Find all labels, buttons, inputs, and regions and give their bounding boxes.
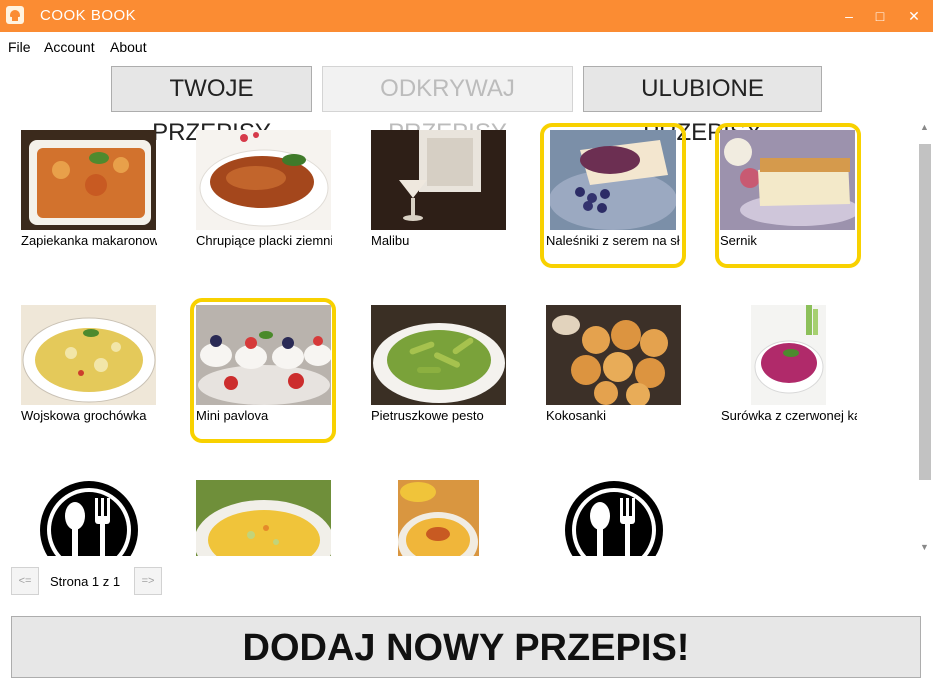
recipe-card[interactable]: Wojskowa grochówka [10,295,170,445]
recipe-card[interactable] [535,470,695,556]
menu-bar: File Account About [0,32,933,60]
title-bar: COOK BOOK – □ ✕ [0,0,933,32]
tab-twoje-przepisy[interactable]: TWOJE PRZEPISY [111,66,312,146]
cutlery-placeholder-icon [564,480,664,556]
recipe-card[interactable] [10,470,170,556]
recipe-image-pesto [371,305,506,405]
recipe-image-red-cabbage-salad [751,305,826,405]
menu-file[interactable]: File [8,39,31,55]
recipe-image-baked-pasta [21,130,156,230]
add-new-recipe-button[interactable]: DODAJ NOWY PRZEPIS! [11,616,921,678]
recipe-card-favorite[interactable]: Mini pavlova [190,298,336,443]
recipe-card-favorite[interactable]: Sernik [715,123,861,268]
recipe-grid: Zapiekanka makaronowa Chrupiące placki z… [10,120,916,556]
recipe-title: Wojskowa grochówka [21,408,147,423]
menu-account[interactable]: Account [44,39,95,55]
chef-hat-icon [6,6,24,24]
close-button[interactable]: ✕ [899,4,929,28]
menu-about[interactable]: About [110,39,147,55]
tab-odkrywaj-przepisy[interactable]: ODKRYWAJ PRZEPISY [322,66,573,146]
recipe-image-pea-soup [21,305,156,405]
recipe-card-favorite[interactable]: Naleśniki z serem na słodko [540,123,686,268]
recipe-card[interactable]: Malibu [360,120,520,270]
recipe-title: Naleśniki z serem na słodko [546,233,680,248]
page-indicator: Strona 1 z 1 [50,574,121,589]
recipe-title: Kokosanki [546,408,606,423]
recipe-card[interactable]: Pietruszkowe pesto [360,295,520,445]
recipe-card[interactable]: Chrupiące placki ziemniaczane [185,120,345,270]
recipe-title: Surówka z czerwonej kapusty [721,408,857,423]
recipe-title: Sernik [720,233,757,248]
recipe-image-mini-pavlova [196,305,331,405]
vertical-scrollbar[interactable]: ▲ ▼ [917,120,933,556]
recipe-card[interactable]: Kokosanki [535,295,695,445]
scroll-down-arrow-icon[interactable]: ▼ [920,542,929,552]
next-page-button[interactable]: => [134,567,162,595]
recipe-title: Chrupiące placki ziemniaczane [196,233,332,248]
scrollbar-thumb[interactable] [919,144,931,480]
recipe-image-yellow-soup-small [398,480,479,556]
recipe-image-crepes [550,130,676,230]
recipe-card[interactable] [185,470,345,556]
recipe-title: Pietruszkowe pesto [371,408,484,423]
window-title: COOK BOOK [40,7,137,24]
recipe-image-coconut-macaroons [546,305,681,405]
recipe-title: Zapiekanka makaronowa [21,233,157,248]
tab-ulubione-przepisy[interactable]: ULUBIONE PRZEPISY [583,66,822,146]
recipe-title: Mini pavlova [196,408,269,423]
recipe-card[interactable]: Surówka z czerwonej kapusty [710,295,870,445]
recipe-image-potato-pancakes [196,130,331,230]
maximize-button[interactable]: □ [865,4,895,28]
scroll-up-arrow-icon[interactable]: ▲ [920,122,929,132]
recipe-title: Malibu [371,233,410,248]
recipe-image-yellow-soup [196,480,331,556]
recipe-image-cheesecake [720,130,855,230]
minimize-button[interactable]: – [834,4,864,28]
previous-page-button[interactable]: <= [11,567,39,595]
recipe-card[interactable] [360,470,520,556]
cutlery-placeholder-icon [39,480,139,556]
recipe-card[interactable]: Zapiekanka makaronowa [10,120,170,270]
recipe-image-malibu [371,130,506,230]
